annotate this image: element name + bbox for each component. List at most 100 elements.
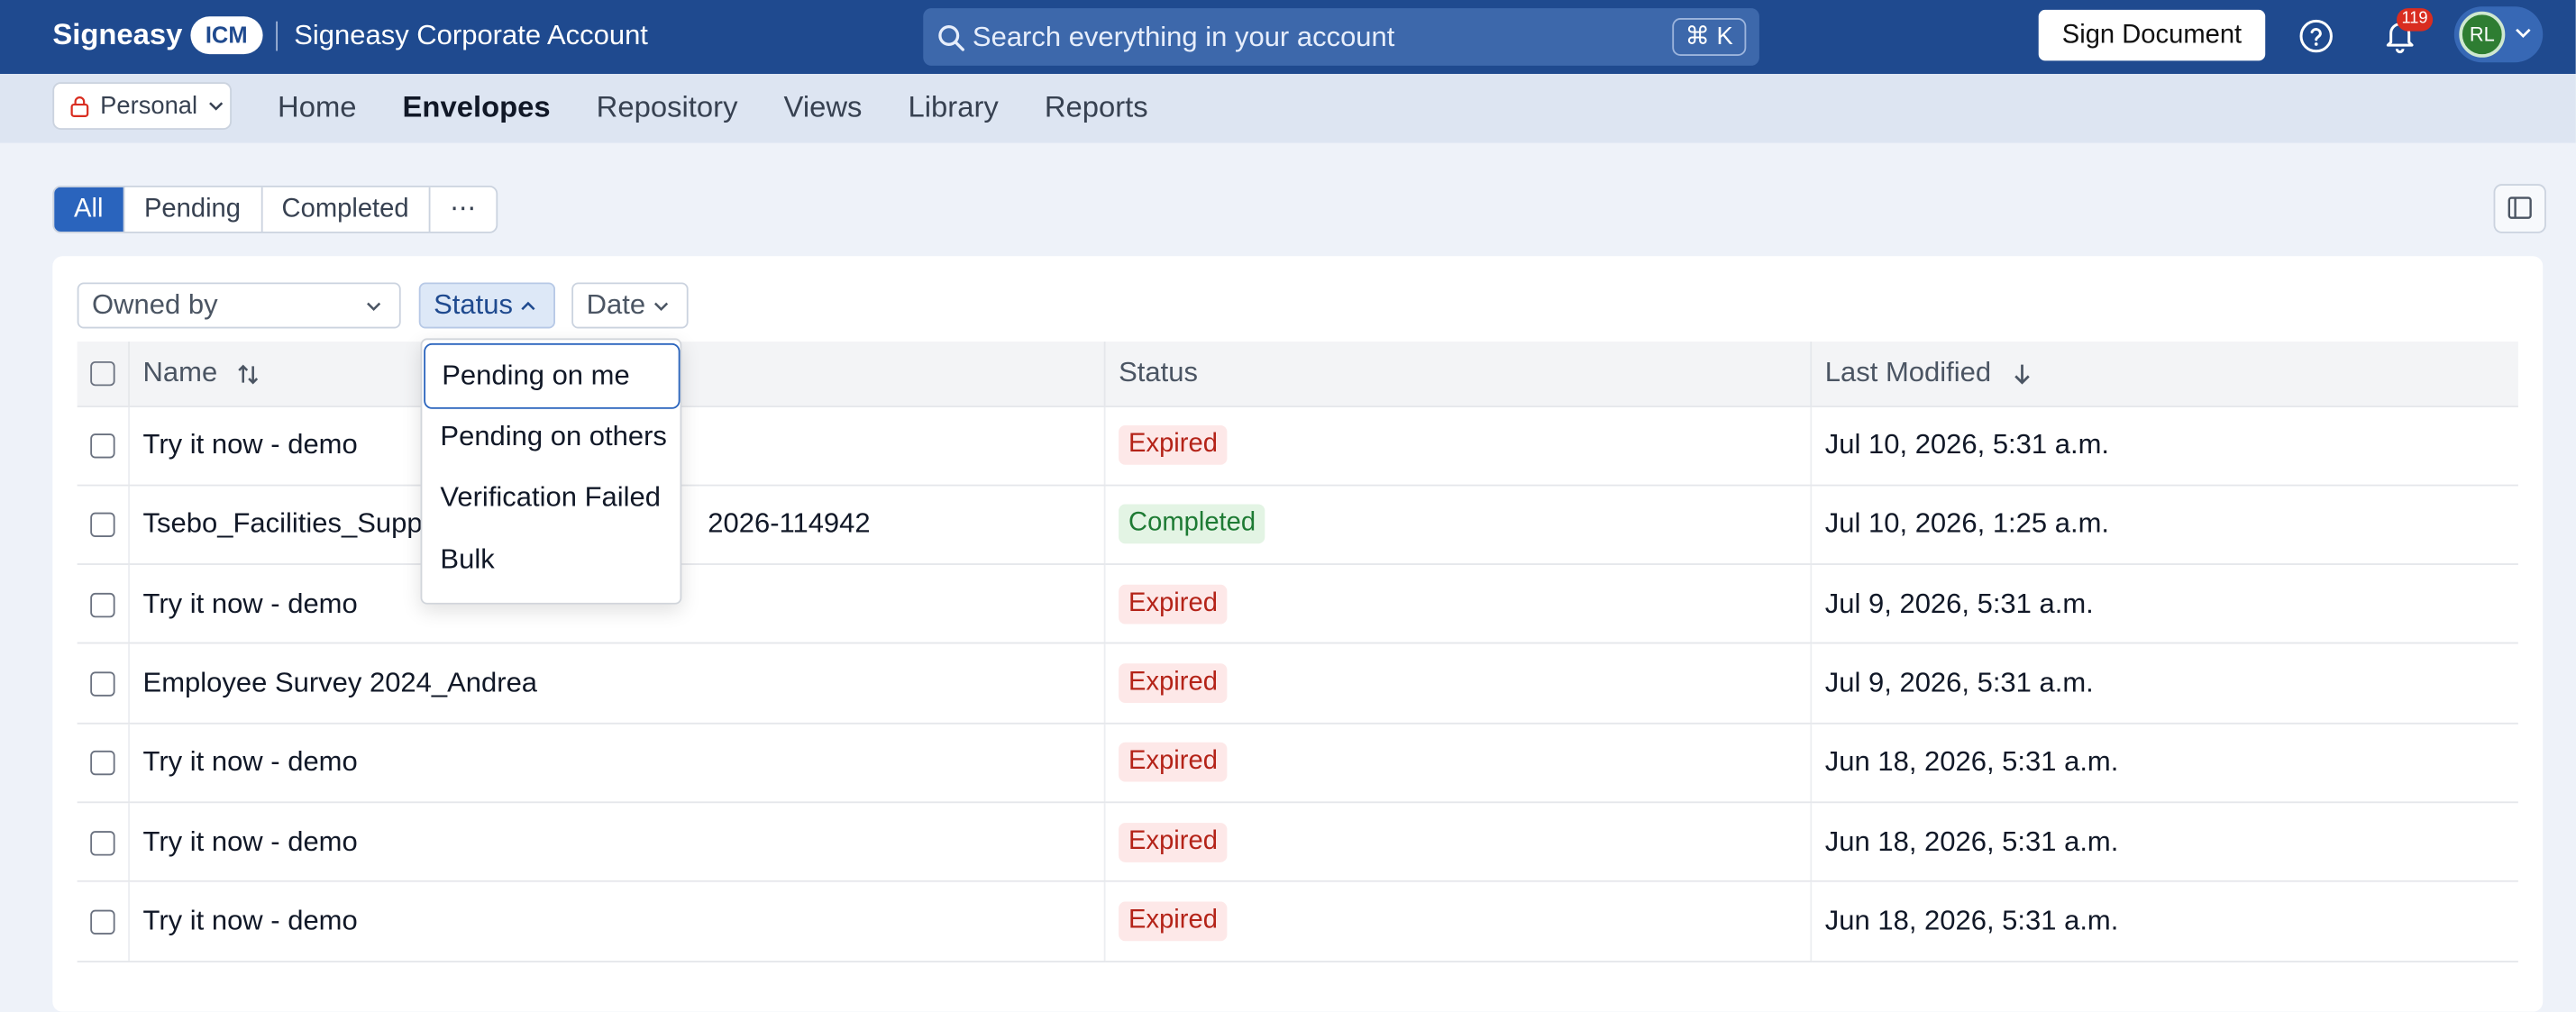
avatar: RL — [2459, 11, 2506, 58]
more-tabs-button[interactable]: ⋯ — [430, 187, 496, 232]
user-menu[interactable]: RL — [2453, 6, 2544, 63]
search-placeholder: Search everything in your account — [972, 20, 1395, 52]
envelope-tabs: All Pending Completed ⋯ — [52, 185, 498, 233]
status-filter[interactable]: Status — [418, 282, 556, 329]
table-row[interactable]: Try it now - demo Expired Jun 18, 2026, … — [77, 802, 2518, 883]
tab-all[interactable]: All — [54, 187, 125, 232]
status-option-bulk[interactable]: Bulk — [422, 529, 680, 591]
status-option-verification-failed[interactable]: Verification Failed — [422, 467, 680, 529]
owned-by-filter[interactable]: Owned by — [77, 282, 401, 329]
space-selector-label: Personal — [100, 92, 198, 121]
status-cell: Expired — [1104, 723, 1813, 804]
status-cell: Expired — [1104, 643, 1813, 725]
last-modified: Jul 10, 2026, 5:31 a.m. — [1811, 406, 2518, 487]
name-column-label: Name — [142, 356, 218, 388]
space-selector[interactable]: Personal — [52, 82, 232, 130]
row-checkbox-cell — [77, 485, 130, 566]
chevron-down-icon — [2516, 28, 2531, 39]
row-checkbox-cell — [77, 564, 130, 645]
row-checkbox[interactable] — [90, 433, 115, 459]
nav-repository[interactable]: Repository — [597, 90, 738, 124]
select-all-cell — [77, 342, 130, 407]
help-icon[interactable] — [2298, 18, 2334, 54]
row-checkbox-cell — [77, 881, 130, 962]
status-cell: Expired — [1104, 881, 1813, 962]
last-modified: Jul 9, 2026, 5:31 a.m. — [1811, 643, 2518, 725]
header-divider — [276, 21, 279, 51]
table-row[interactable]: Employee Survey 2024_Andrea Expired Jul … — [77, 643, 2518, 725]
last-modified: Jun 18, 2026, 5:31 a.m. — [1811, 881, 2518, 962]
status-badge: Expired — [1119, 901, 1228, 942]
select-all-checkbox[interactable] — [90, 361, 115, 387]
search-icon — [938, 24, 964, 50]
row-checkbox[interactable] — [90, 751, 115, 776]
status-badge: Expired — [1119, 822, 1228, 862]
status-cell: Completed — [1104, 485, 1813, 566]
row-checkbox[interactable] — [90, 592, 115, 617]
row-checkbox-cell — [77, 643, 130, 725]
nav-home[interactable]: Home — [278, 90, 357, 124]
tab-pending[interactable]: Pending — [124, 187, 262, 232]
status-option-pending-on-others[interactable]: Pending on others — [422, 406, 680, 468]
status-badge: Expired — [1119, 584, 1228, 625]
chevron-up-icon — [521, 301, 535, 311]
status-column-header: Status — [1104, 342, 1813, 407]
status-badge: Expired — [1119, 743, 1228, 783]
date-filter[interactable]: Date — [571, 282, 689, 329]
last-modified: Jun 18, 2026, 5:31 a.m. — [1811, 802, 2518, 883]
sidebar-panel-icon — [2507, 196, 2532, 219]
envelope-name[interactable]: Employee Survey 2024_Andrea — [129, 643, 1106, 725]
row-checkbox-cell — [77, 802, 130, 883]
row-checkbox-cell — [77, 406, 130, 487]
row-checkbox[interactable] — [90, 909, 115, 935]
status-cell: Expired — [1104, 802, 1813, 883]
nav-views[interactable]: Views — [784, 90, 863, 124]
last-modified: Jul 9, 2026, 5:31 a.m. — [1811, 564, 2518, 645]
last-modified-column-label: Last Modified — [1824, 356, 1992, 388]
secondary-nav: Personal Home Envelopes Repository Views… — [0, 74, 2576, 143]
chevron-down-icon — [653, 302, 669, 312]
brand-badge: ICM — [190, 16, 263, 55]
envelope-name[interactable]: Try it now - demo — [129, 802, 1106, 883]
status-column-label: Status — [1119, 356, 1198, 388]
sign-document-button[interactable]: Sign Document — [2038, 9, 2266, 61]
envelope-name-tail: 2026-114942 — [708, 507, 871, 540]
owned-by-label: Owned by — [92, 288, 218, 321]
main-nav: Home Envelopes Repository Views Library … — [278, 90, 1194, 124]
arrow-down-icon[interactable] — [2009, 361, 2035, 387]
envelope-name[interactable]: Try it now - demo — [129, 881, 1106, 962]
status-option-pending-on-me[interactable]: Pending on me — [424, 342, 681, 409]
row-checkbox[interactable] — [90, 830, 115, 855]
status-badge: Expired — [1119, 425, 1228, 466]
sort-icon[interactable] — [235, 361, 261, 387]
row-checkbox-cell — [77, 723, 130, 804]
status-filter-label: Status — [434, 288, 513, 321]
envelope-name-head: Tsebo_Facilities_Suppl — [142, 507, 429, 540]
top-bar: Signeasy ICM Signeasy Corporate Account … — [0, 0, 2576, 75]
nav-library[interactable]: Library — [909, 90, 999, 124]
notification-badge: 119 — [2397, 8, 2434, 32]
envelope-name[interactable]: Try it now - demo — [129, 723, 1106, 804]
status-badge: Completed — [1119, 505, 1266, 545]
nav-envelopes[interactable]: Envelopes — [403, 90, 551, 124]
lock-icon — [70, 96, 89, 117]
table-row[interactable]: Try it now - demo Expired Jun 18, 2026, … — [77, 881, 2518, 962]
panel-toggle-button[interactable] — [2493, 184, 2546, 233]
last-modified-column-header[interactable]: Last Modified — [1811, 342, 2518, 407]
row-checkbox[interactable] — [90, 513, 115, 538]
last-modified: Jun 18, 2026, 5:31 a.m. — [1811, 723, 2518, 804]
tab-completed[interactable]: Completed — [262, 187, 431, 232]
status-cell: Expired — [1104, 406, 1813, 487]
status-dropdown-menu: Pending on me Pending on others Verifica… — [420, 338, 682, 605]
brand-logo[interactable]: Signeasy — [52, 18, 182, 52]
search-shortcut: ⌘ K — [1671, 18, 1747, 56]
chevron-down-icon — [209, 102, 224, 111]
date-filter-label: Date — [586, 288, 646, 321]
row-checkbox[interactable] — [90, 671, 115, 697]
chevron-down-icon — [367, 302, 381, 312]
search-input[interactable]: Search everything in your account ⌘ K — [923, 8, 1759, 66]
nav-reports[interactable]: Reports — [1045, 90, 1148, 124]
status-cell: Expired — [1104, 564, 1813, 645]
account-name[interactable]: Signeasy Corporate Account — [294, 20, 648, 52]
table-row[interactable]: Try it now - demo Expired Jun 18, 2026, … — [77, 723, 2518, 804]
